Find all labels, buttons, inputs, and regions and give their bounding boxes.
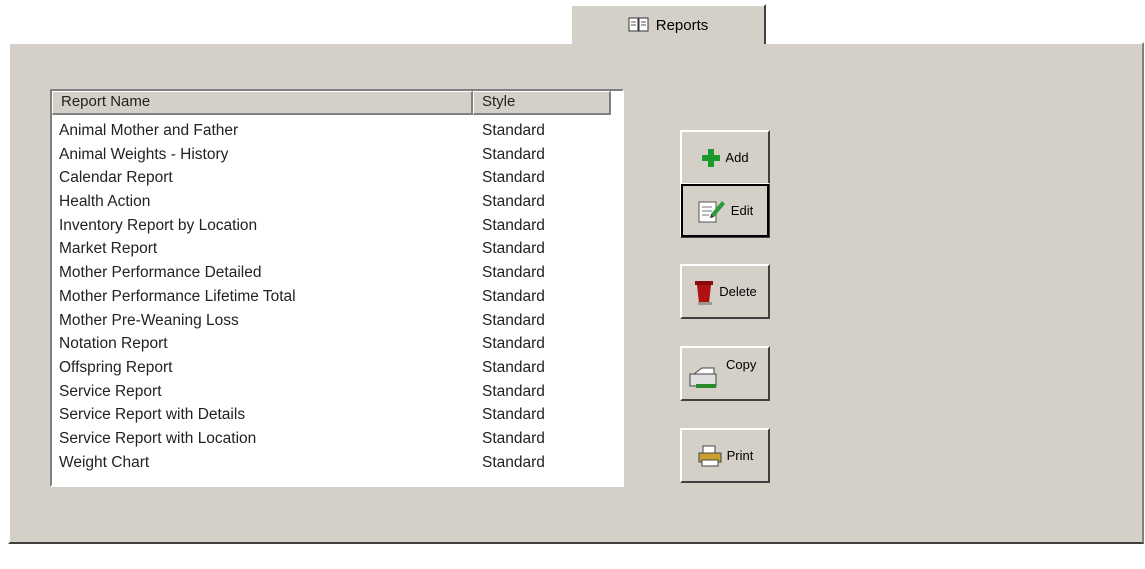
report-name-cell: Inventory Report by Location <box>59 216 258 234</box>
report-name-cell: Service Report with Location <box>59 429 257 447</box>
delete-label: Delete <box>719 284 757 299</box>
edit-note-icon <box>698 200 725 222</box>
style-cell: Standard <box>482 406 545 424</box>
report-name-cell: Mother Performance Detailed <box>59 264 262 282</box>
copier-icon <box>689 367 717 388</box>
printer-icon <box>698 445 722 466</box>
list-item[interactable]: Service Report with Details Standard <box>52 403 622 427</box>
list-item[interactable]: Weight Chart Standard <box>52 451 622 475</box>
list-item[interactable]: Calendar Report Standard <box>52 166 622 190</box>
report-name-cell: Notation Report <box>59 335 168 353</box>
style-cell: Standard <box>482 287 545 305</box>
edit-label: Edit <box>730 203 754 218</box>
report-name-cell: Service Report <box>59 382 162 400</box>
style-cell: Standard <box>482 429 545 447</box>
list-item[interactable]: Inventory Report by Location Standard <box>52 214 622 238</box>
print-button[interactable]: Print <box>680 428 770 483</box>
report-name-cell: Mother Pre-Weaning Loss <box>59 311 239 329</box>
copy-label: Copy <box>726 357 757 372</box>
book-icon <box>628 17 649 32</box>
style-cell: Standard <box>482 453 545 471</box>
report-name-cell: Health Action <box>59 193 151 211</box>
style-cell: Standard <box>482 335 545 353</box>
trash-can-icon <box>695 280 714 305</box>
report-name-cell: Offspring Report <box>59 358 173 376</box>
style-cell: Standard <box>482 216 545 234</box>
column-header-report-name[interactable]: Report Name <box>52 91 473 115</box>
report-name-cell: Weight Chart <box>59 453 150 471</box>
style-cell: Standard <box>482 311 545 329</box>
copy-button[interactable]: Copy <box>680 346 770 401</box>
list-body: Animal Mother and Father Standard Animal W… <box>52 115 622 474</box>
report-name-cell: Animal Weights - History <box>59 145 229 163</box>
style-cell: Standard <box>482 382 545 400</box>
edit-button[interactable]: Edit <box>680 183 770 238</box>
list-item[interactable]: Mother Performance Lifetime Total Standar… <box>52 285 622 309</box>
tab-label: Reports <box>655 16 709 34</box>
delete-button[interactable]: Delete <box>680 264 770 319</box>
list-item[interactable]: Offspring Report Standard <box>52 356 622 380</box>
report-name-cell: Market Report <box>59 240 158 258</box>
add-label: Add <box>725 150 749 165</box>
plus-icon <box>702 148 721 167</box>
style-cell: Standard <box>482 145 545 163</box>
list-header: Report Name Style <box>52 91 622 115</box>
style-cell: Standard <box>482 264 545 282</box>
list-item[interactable]: Animal Mother and Father Standard <box>52 119 622 143</box>
style-cell: Standard <box>482 358 545 376</box>
report-name-cell: Calendar Report <box>59 169 173 187</box>
list-item[interactable]: Market Report Standard <box>52 237 622 261</box>
report-name-cell: Service Report with Details <box>59 406 246 424</box>
style-cell: Standard <box>482 169 545 187</box>
list-item[interactable]: Notation Report Standard <box>52 332 622 356</box>
print-label: Print <box>726 448 754 463</box>
style-cell: Standard <box>482 240 545 258</box>
style-cell: Standard <box>482 193 545 211</box>
list-item[interactable]: Service Report Standard <box>52 380 622 404</box>
style-cell: Standard <box>482 122 545 139</box>
add-button[interactable]: Add <box>680 130 770 185</box>
column-header-style[interactable]: Style <box>473 91 611 115</box>
list-item[interactable]: Animal Weights - History Standard <box>52 143 622 167</box>
tab-reports[interactable]: Reports <box>570 4 766 44</box>
list-item[interactable]: Service Report with Location Standard <box>52 427 622 451</box>
report-name-cell: Animal Mother and Father <box>59 122 239 139</box>
list-item[interactable]: Mother Pre-Weaning Loss Standard <box>52 309 622 333</box>
list-item[interactable]: Health Action Standard <box>52 190 622 214</box>
list-item[interactable]: Mother Performance Detailed Standard <box>52 261 622 285</box>
report-name-cell: Mother Performance Lifetime Total <box>59 287 296 305</box>
reports-list[interactable]: Report Name Style Animal Mother and Fath… <box>50 89 624 487</box>
